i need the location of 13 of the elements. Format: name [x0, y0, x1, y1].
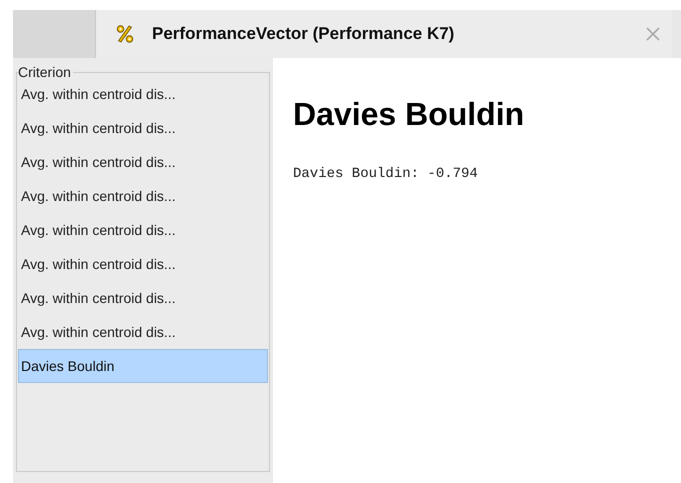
percent-icon — [116, 24, 134, 44]
criterion-item[interactable]: Avg. within centroid dis... — [18, 247, 268, 281]
criterion-item[interactable]: Davies Bouldin — [18, 349, 268, 383]
criterion-item[interactable]: Avg. within centroid dis... — [18, 145, 268, 179]
result-heading: Davies Bouldin — [293, 95, 526, 134]
criterion-item[interactable]: Avg. within centroid dis... — [18, 179, 268, 213]
criterion-item[interactable]: Avg. within centroid dis... — [18, 315, 268, 349]
result-value: Davies Bouldin: -0.794 — [293, 165, 479, 184]
criterion-item[interactable]: Avg. within centroid dis... — [18, 111, 268, 145]
criterion-item[interactable]: Avg. within centroid dis... — [18, 281, 268, 315]
close-icon[interactable] — [646, 27, 660, 41]
criterion-item[interactable]: Avg. within centroid dis... — [18, 213, 268, 247]
document-tab[interactable]: PerformanceVector (Performance K7) — [96, 10, 672, 58]
